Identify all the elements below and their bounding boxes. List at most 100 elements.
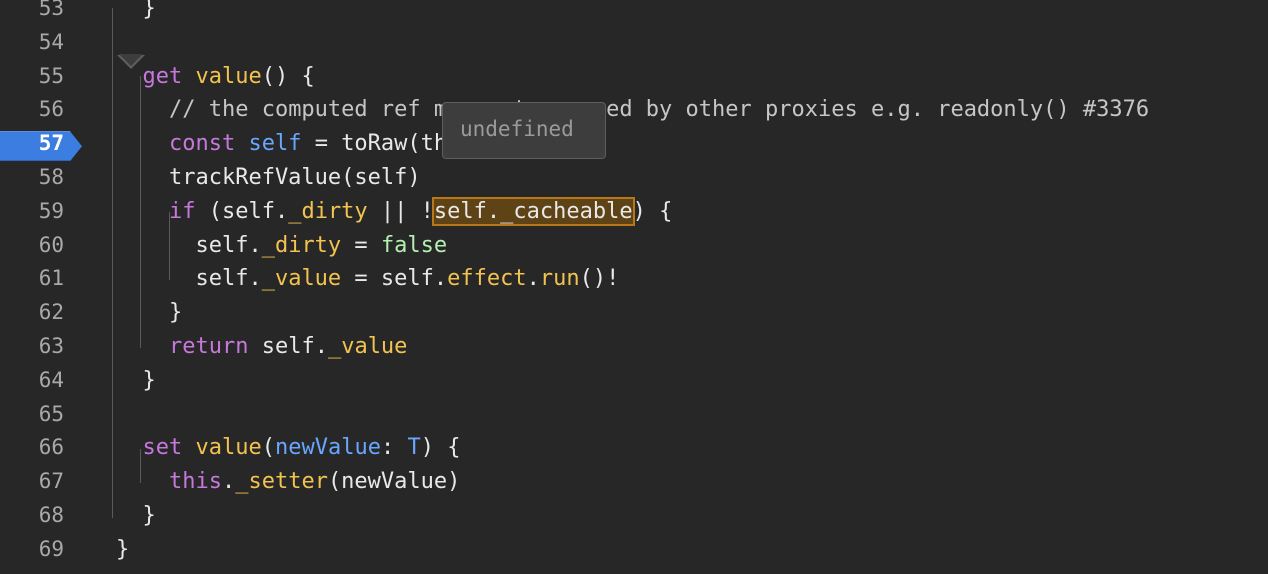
code-token: false [380,232,448,258]
line-gutter[interactable]: 66 [0,431,80,465]
code-token: self. [248,333,328,359]
line-number: 66 [38,435,64,460]
code-token: // the computed ref may get wrapped by o… [168,97,1150,123]
line-code[interactable]: set value(newValue: T) { [116,431,461,465]
code-token: } [116,300,183,326]
code-token: } [116,536,130,562]
line-code[interactable]: } [116,499,155,533]
line-number: 65 [38,401,64,426]
line-number: 63 [38,333,64,358]
line-gutter[interactable]: 59 [0,195,80,229]
code-line[interactable]: 63 return self._value [0,330,1268,364]
code-line[interactable]: 65 [0,398,1268,432]
line-gutter[interactable]: 63 [0,330,80,364]
line-code[interactable]: get value() { [116,60,315,94]
line-gutter[interactable]: 61 [0,262,80,296]
code-area[interactable]: 53 } 54 55 get value() {56 // the computed… [0,0,1268,574]
indent-guide [140,76,141,348]
line-gutter[interactable]: 54 [0,26,80,60]
line-code[interactable]: if (self._dirty || !self._cacheable) { [116,195,672,229]
code-line[interactable]: 54 [0,26,1268,60]
code-line[interactable]: 62 } [0,296,1268,330]
code-line[interactable]: 68 } [0,499,1268,533]
code-line[interactable]: 57 const self = toRaw(this) [0,127,1268,162]
line-gutter[interactable]: 62 [0,296,80,330]
code-token: : [380,435,408,461]
line-gutter[interactable]: 57 [0,127,82,162]
code-token: newValue [274,435,381,461]
code-line[interactable]: 61 self._value = self.effect.run()! [0,262,1268,296]
code-line[interactable]: 66 set value(newValue: T) { [0,431,1268,465]
line-code[interactable]: this._setter(newValue) [116,465,460,499]
code-token: _dirty [288,198,368,224]
code-token: get [142,63,183,89]
code-token: return [168,333,249,359]
line-number: 60 [38,232,64,257]
code-editor[interactable]: 53 } 54 55 get value() {56 // the computed… [0,0,1268,574]
line-code[interactable]: self._dirty = false [116,229,447,263]
line-gutter[interactable]: 56 [0,93,80,127]
code-line[interactable]: 70 [0,567,1268,574]
code-line[interactable]: 60 self._dirty = false [0,229,1268,263]
code-line[interactable]: 58 trackRefValue(self) [0,161,1268,195]
code-token: (newValue) [327,469,461,495]
line-gutter[interactable]: 70 [0,567,80,574]
code-line[interactable]: 53 } [0,0,1268,26]
line-code[interactable]: } [116,533,129,567]
code-token: effect [447,266,527,292]
line-gutter[interactable]: 69 [0,533,80,567]
line-gutter[interactable]: 53 [0,0,80,26]
line-gutter[interactable]: 68 [0,499,80,533]
line-gutter[interactable]: 64 [0,364,80,398]
line-gutter[interactable]: 65 [0,398,80,432]
line-number: 53 [38,0,64,20]
line-gutter[interactable]: 58 [0,161,80,195]
code-token: () { [261,63,315,89]
code-token: _dirty [261,232,342,258]
line-code[interactable]: // the computed ref may get wrapped by o… [116,93,1149,127]
indent-guide [140,449,141,483]
hover-value-tooltip: undefined [442,102,606,159]
code-token: this [168,469,222,495]
line-code[interactable]: return self._value [116,330,407,364]
line-code[interactable]: } [116,296,182,330]
code-line[interactable]: 64 } [0,364,1268,398]
code-token: self. [116,266,262,292]
code-line[interactable]: 67 this._setter(newValue) [0,465,1268,499]
code-line[interactable]: 56 // the computed ref may get wrapped b… [0,93,1268,127]
line-code[interactable]: const self = toRaw(this) [116,127,487,161]
code-token: if [168,198,196,224]
code-token: . [526,266,540,292]
code-line[interactable]: 69} [0,533,1268,567]
line-gutter[interactable]: 55 [0,60,80,94]
line-gutter[interactable]: 67 [0,465,80,499]
line-number: 64 [38,367,64,392]
highlighted-expression[interactable]: self._cacheable [431,196,635,226]
code-token: _value [261,266,342,292]
code-token: value [195,63,262,89]
code-token: self [248,131,302,157]
line-number: 59 [38,198,64,223]
code-line[interactable]: 59 if (self._dirty || !self._cacheable) … [0,195,1268,229]
line-code[interactable]: } [116,364,156,398]
line-number: 56 [38,97,64,122]
line-code[interactable]: trackRefValue(self) [116,161,421,195]
code-token: _value [327,333,408,359]
line-number: 55 [38,63,64,88]
code-line[interactable]: 55 get value() { [0,60,1268,94]
code-token: } [116,367,156,393]
line-code[interactable]: } [116,0,155,26]
line-code[interactable]: self._value = self.effect.run()! [116,262,619,296]
line-number: 67 [38,469,64,494]
line-gutter[interactable]: 60 [0,229,80,263]
code-token: ()! [579,266,620,292]
code-token: self. [116,232,262,258]
code-token: set [142,435,183,461]
code-token: ) { [632,198,673,224]
